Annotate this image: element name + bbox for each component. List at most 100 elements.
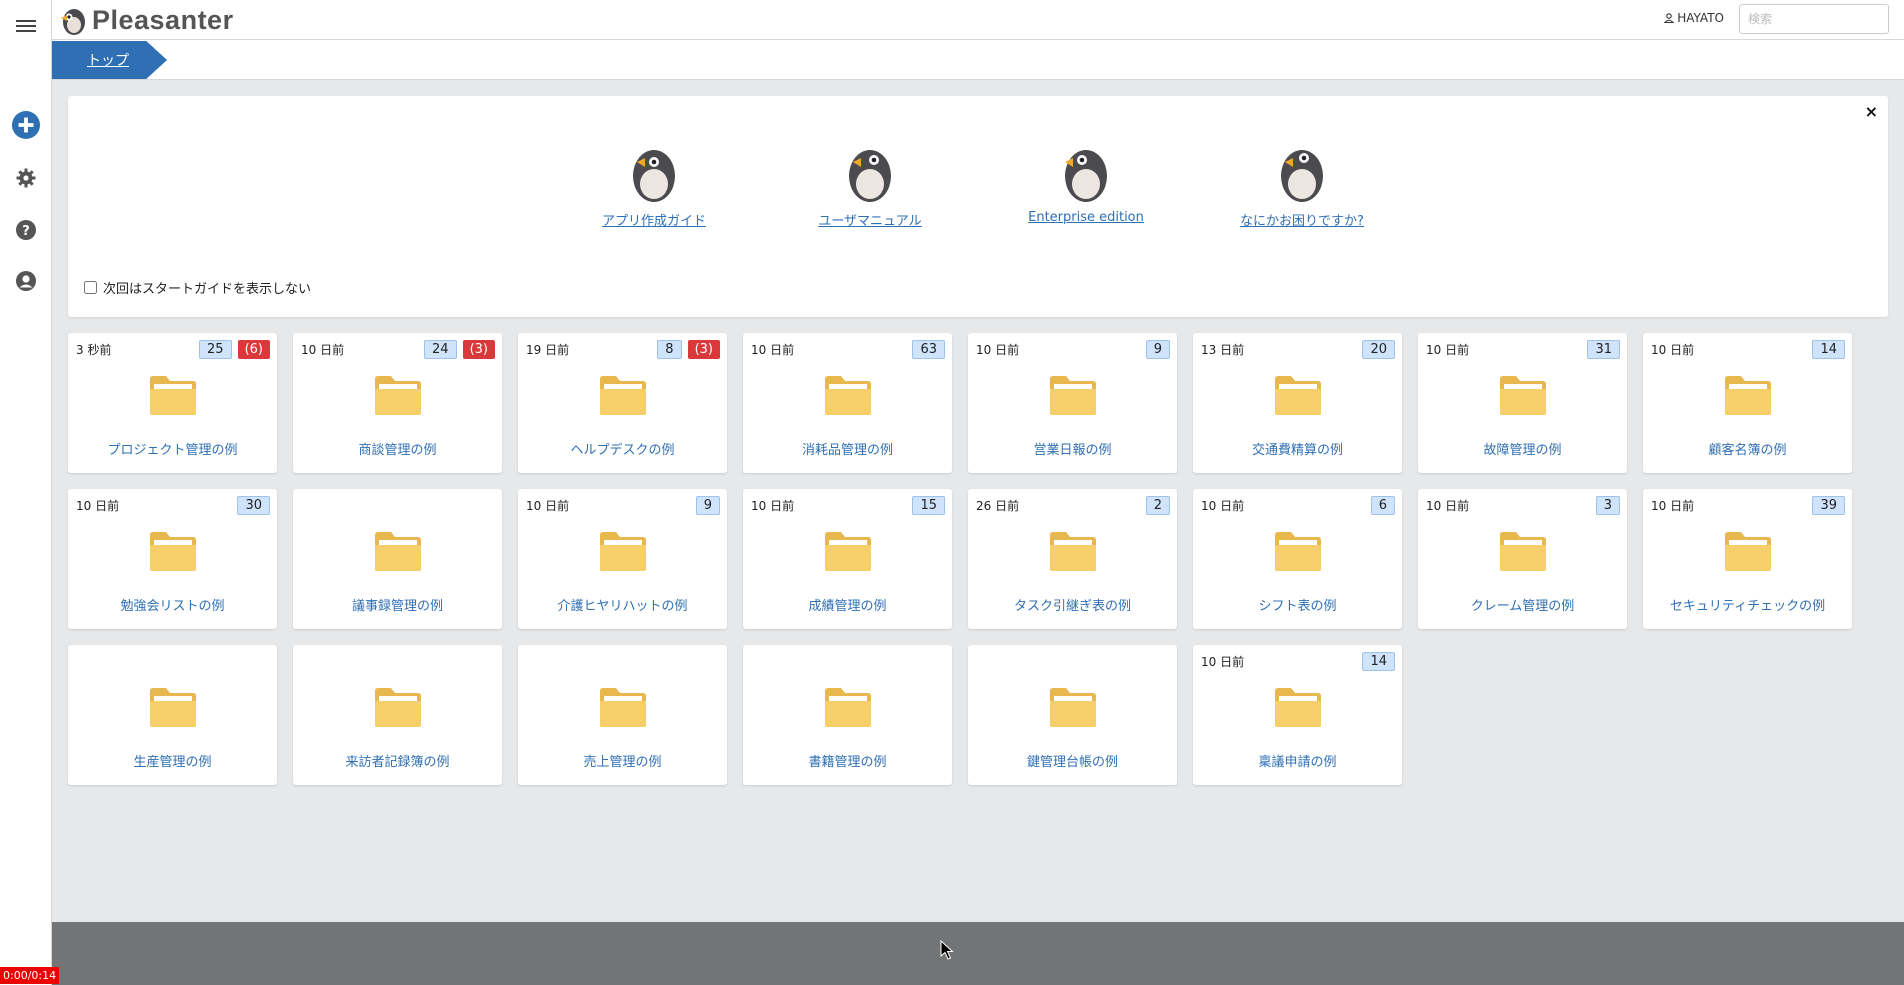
site-title[interactable]: 商談管理の例 <box>293 439 502 458</box>
site-title[interactable]: タスク引継ぎ表の例 <box>968 595 1177 614</box>
user-small-icon <box>1664 13 1675 23</box>
folder-icon <box>1500 532 1546 571</box>
site-card[interactable]: 10 日前 3 クレーム管理の例 <box>1418 489 1627 629</box>
site-card[interactable]: 10 日前 14 稟議申請の例 <box>1193 645 1402 785</box>
folder-icon <box>375 688 421 727</box>
site-card[interactable]: 来訪者記録簿の例 <box>293 645 502 785</box>
hide-guide-label: 次回はスタートガイドを表示しない <box>103 282 312 297</box>
logo[interactable]: Pleasanter <box>58 3 234 37</box>
site-title[interactable]: 営業日報の例 <box>968 439 1177 458</box>
site-title[interactable]: 来訪者記録簿の例 <box>293 751 502 770</box>
search-input[interactable] <box>1739 4 1889 34</box>
guide-link-label[interactable]: なにかお困りですか? <box>1212 210 1392 229</box>
site-badges: 2 <box>1145 496 1170 515</box>
site-title[interactable]: クレーム管理の例 <box>1418 595 1627 614</box>
site-title[interactable]: 顧客名簿の例 <box>1643 439 1852 458</box>
guide-link-label[interactable]: アプリ作成ガイド <box>564 210 744 229</box>
site-title[interactable]: プロジェクト管理の例 <box>68 439 277 458</box>
site-updated-time: 19 日前 <box>526 343 570 357</box>
site-title[interactable]: 勉強会リストの例 <box>68 595 277 614</box>
site-card[interactable]: 10 日前 9 営業日報の例 <box>968 333 1177 473</box>
guide-link-app-guide[interactable]: アプリ作成ガイド <box>564 140 744 229</box>
owl-icon <box>1281 150 1323 202</box>
site-title[interactable]: 書籍管理の例 <box>743 751 952 770</box>
site-card[interactable]: 13 日前 20 交通費精算の例 <box>1193 333 1402 473</box>
sidebar: ? <box>0 0 52 985</box>
folder-icon <box>1725 532 1771 571</box>
folder-icon <box>150 688 196 727</box>
site-title[interactable]: ヘルプデスクの例 <box>518 439 727 458</box>
site-card[interactable]: 10 日前 24 (3) 商談管理の例 <box>293 333 502 473</box>
site-title[interactable]: 生産管理の例 <box>68 751 277 770</box>
site-card[interactable]: 10 日前 15 成績管理の例 <box>743 489 952 629</box>
guide-link-user-manual[interactable]: ユーザマニュアル <box>780 140 960 229</box>
settings-button[interactable] <box>12 164 40 192</box>
help-button[interactable]: ? <box>12 216 40 244</box>
site-title[interactable]: 議事録管理の例 <box>293 595 502 614</box>
site-title[interactable]: シフト表の例 <box>1193 595 1402 614</box>
site-card[interactable]: 10 日前 30 勉強会リストの例 <box>68 489 277 629</box>
gear-icon <box>16 168 36 188</box>
site-updated-time: 10 日前 <box>1201 499 1245 513</box>
site-badges: 30 <box>237 496 270 515</box>
site-card[interactable]: 鍵管理台帳の例 <box>968 645 1177 785</box>
guide-link-support[interactable]: なにかお困りですか? <box>1212 140 1392 229</box>
site-updated-time: 3 秒前 <box>76 343 112 357</box>
site-title[interactable]: 成績管理の例 <box>743 595 952 614</box>
site-badges: 14 <box>1812 340 1845 359</box>
folder-icon <box>825 532 871 571</box>
close-icon[interactable]: × <box>1865 102 1878 121</box>
site-updated-time: 10 日前 <box>1651 499 1695 513</box>
site-card[interactable]: 3 秒前 25 (6) プロジェクト管理の例 <box>68 333 277 473</box>
site-card[interactable]: 26 日前 2 タスク引継ぎ表の例 <box>968 489 1177 629</box>
site-updated-time: 26 日前 <box>976 499 1020 513</box>
site-card[interactable]: 10 日前 9 介護ヒヤリハットの例 <box>518 489 727 629</box>
site-card[interactable]: 10 日前 14 顧客名簿の例 <box>1643 333 1852 473</box>
site-updated-time: 10 日前 <box>1651 343 1695 357</box>
site-title[interactable]: セキュリティチェックの例 <box>1643 595 1852 614</box>
folder-icon <box>1275 376 1321 415</box>
site-card[interactable]: 生産管理の例 <box>68 645 277 785</box>
recording-timer: 0:00/0:14 <box>0 967 60 984</box>
site-title[interactable]: 売上管理の例 <box>518 751 727 770</box>
folder-icon <box>1050 376 1096 415</box>
breadcrumb-top-link[interactable]: トップ <box>52 41 167 79</box>
site-title[interactable]: 交通費精算の例 <box>1193 439 1402 458</box>
site-card[interactable]: 10 日前 63 消耗品管理の例 <box>743 333 952 473</box>
user-menu[interactable]: HAYATO <box>1664 11 1724 25</box>
site-title[interactable]: 故障管理の例 <box>1418 439 1627 458</box>
site-updated-time: 10 日前 <box>751 343 795 357</box>
site-card[interactable]: 19 日前 8 (3) ヘルプデスクの例 <box>518 333 727 473</box>
site-title[interactable]: 介護ヒヤリハットの例 <box>518 595 727 614</box>
site-updated-time: 10 日前 <box>1426 343 1470 357</box>
site-badges: 31 <box>1587 340 1620 359</box>
record-count-badge: 20 <box>1362 340 1395 359</box>
site-card[interactable]: 議事録管理の例 <box>293 489 502 629</box>
user-icon <box>16 271 36 291</box>
site-title[interactable]: 稟議申請の例 <box>1193 751 1402 770</box>
add-site-button[interactable] <box>12 111 40 139</box>
folder-icon <box>600 532 646 571</box>
record-count-badge: 30 <box>237 496 270 515</box>
hide-guide-checkbox-row[interactable]: 次回はスタートガイドを表示しない <box>84 278 311 297</box>
guide-link-enterprise[interactable]: Enterprise edition <box>996 140 1176 225</box>
site-title[interactable]: 消耗品管理の例 <box>743 439 952 458</box>
hide-guide-checkbox[interactable] <box>84 281 97 294</box>
site-card[interactable]: 売上管理の例 <box>518 645 727 785</box>
site-card[interactable]: 10 日前 39 セキュリティチェックの例 <box>1643 489 1852 629</box>
site-title[interactable]: 鍵管理台帳の例 <box>968 751 1177 770</box>
guide-link-label[interactable]: Enterprise edition <box>996 210 1176 225</box>
site-card[interactable]: 書籍管理の例 <box>743 645 952 785</box>
site-badges: 63 <box>912 340 945 359</box>
site-card[interactable]: 10 日前 6 シフト表の例 <box>1193 489 1402 629</box>
menu-icon[interactable] <box>12 12 40 40</box>
site-card[interactable]: 10 日前 31 故障管理の例 <box>1418 333 1627 473</box>
guide-link-label[interactable]: ユーザマニュアル <box>780 210 960 229</box>
record-count-badge: 9 <box>695 496 720 515</box>
plus-icon <box>12 111 40 139</box>
account-button[interactable] <box>12 267 40 295</box>
record-count-badge: 8 <box>657 340 682 359</box>
header: Pleasanter HAYATO <box>0 0 1904 40</box>
folder-icon <box>1500 376 1546 415</box>
folder-icon <box>1050 532 1096 571</box>
